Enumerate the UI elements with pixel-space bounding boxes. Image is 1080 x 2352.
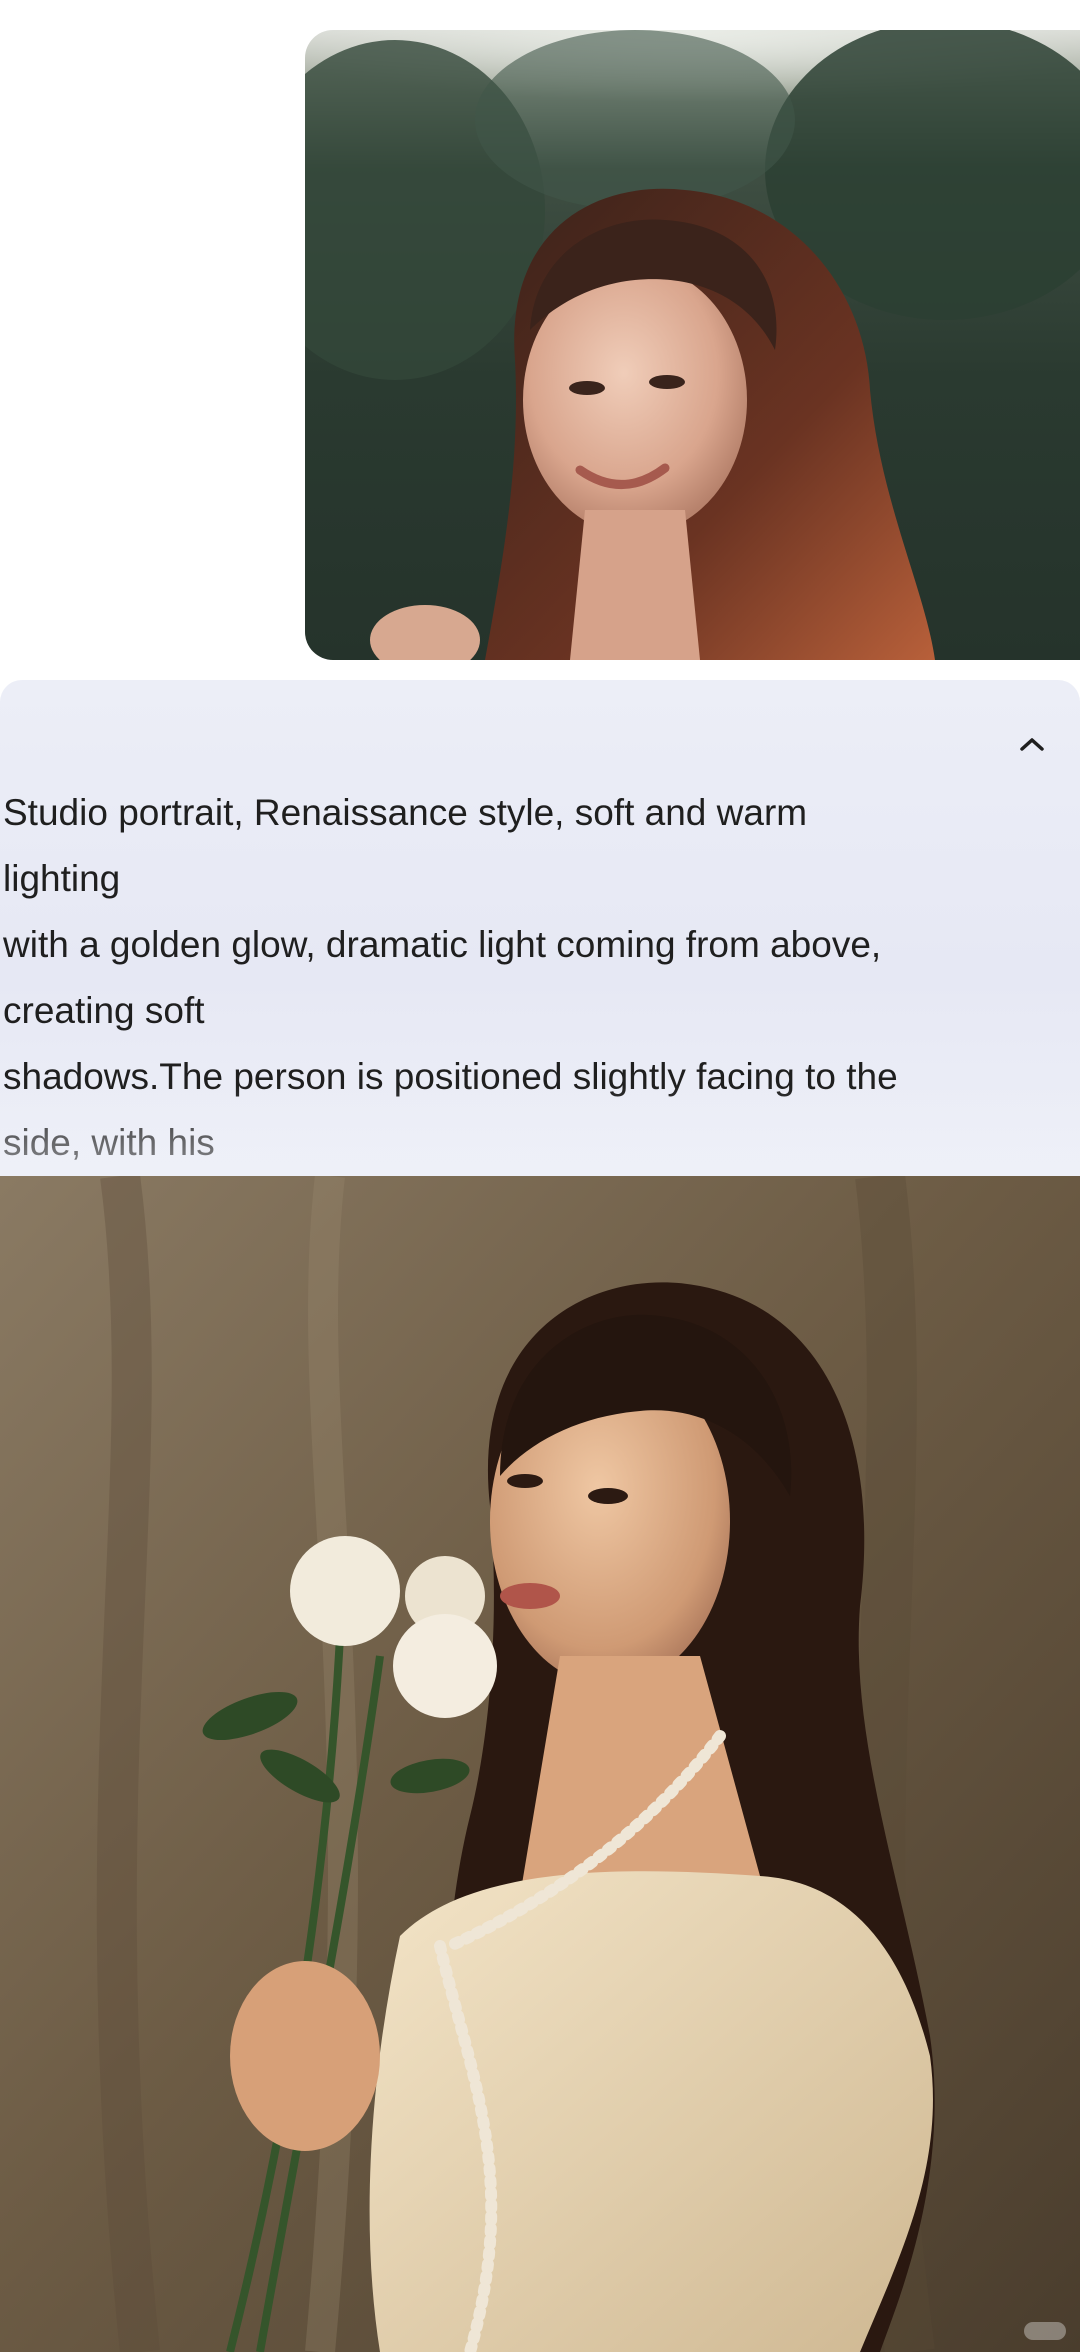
chevron-up-icon (1020, 738, 1044, 751)
watermark-badge (1024, 2322, 1066, 2340)
generated-portrait-image[interactable] (0, 1176, 1080, 2352)
prompt-text: Studio portrait, Renaissance style, soft… (3, 792, 898, 1163)
collapse-prompt-button[interactable] (1010, 722, 1054, 766)
prompt-panel: Studio portrait, Renaissance style, soft… (0, 680, 1080, 1176)
generated-photo-image (0, 1176, 1080, 2352)
uploaded-user-photo[interactable] (305, 30, 1080, 660)
user-photo-image (305, 30, 1080, 660)
